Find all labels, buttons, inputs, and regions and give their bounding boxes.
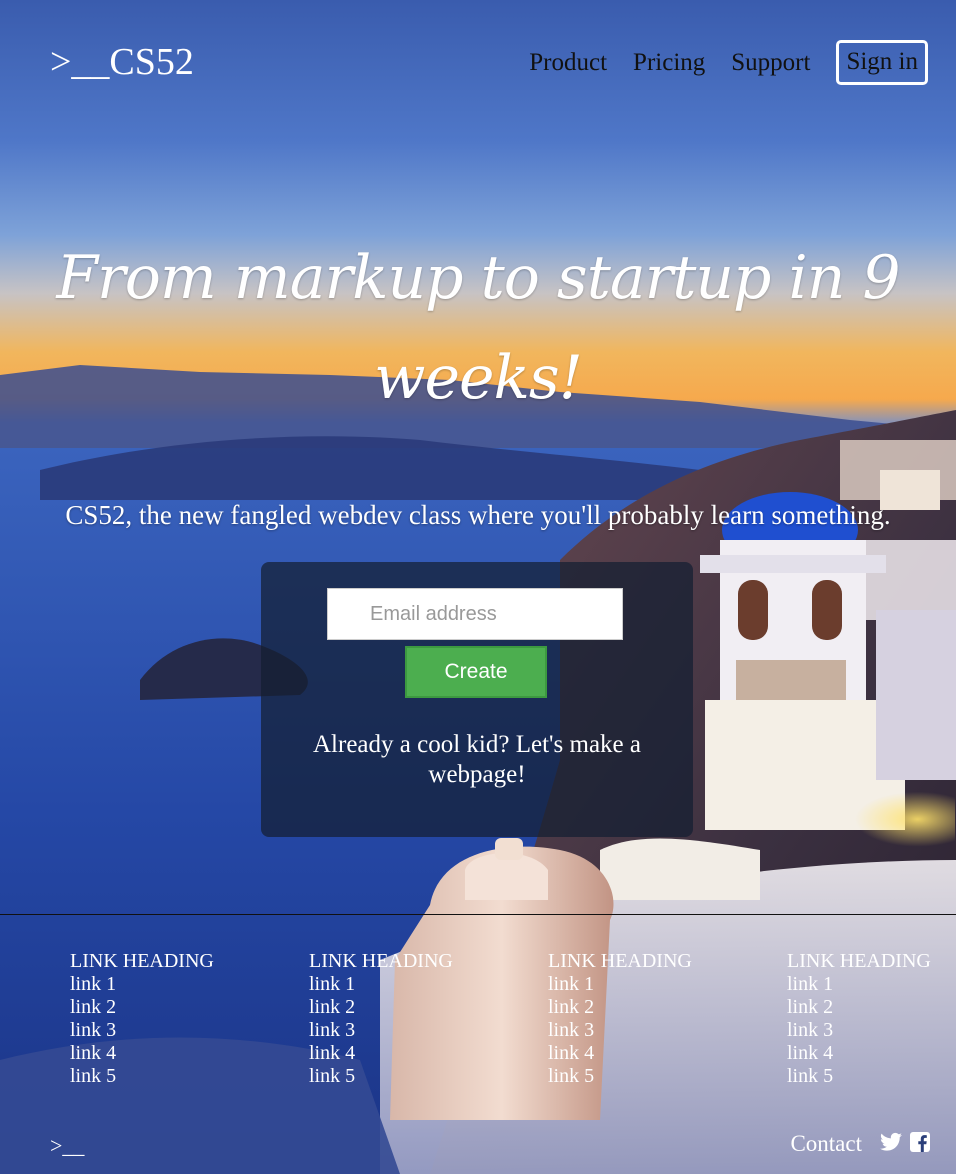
footer-column: LINK HEADING link 1 link 2 link 3 link 4… (70, 950, 309, 1088)
cool-kid-text[interactable]: Already a cool kid? Let's make a webpage… (291, 730, 663, 790)
hero-headline: From markup to startup in 9 weeks! (56, 243, 900, 413)
nav-product[interactable]: Product (529, 49, 607, 77)
footer-column: LINK HEADING link 1 link 2 link 3 link 4… (309, 950, 548, 1088)
hero-subline: CS52, the new fangled webdev class where… (65, 500, 891, 530)
footer-divider (0, 914, 956, 915)
link-heading: LINK HEADING (70, 950, 214, 972)
footer-link[interactable]: link 2 (548, 996, 787, 1019)
link-heading: LINK HEADING (787, 950, 931, 972)
footer-link[interactable]: link 3 (70, 1019, 309, 1042)
footer-link[interactable]: link 1 (70, 973, 309, 996)
footer-link[interactable]: link 2 (70, 996, 309, 1019)
footer-link[interactable]: link 3 (309, 1019, 548, 1042)
footer-logo[interactable]: >__ (50, 1133, 84, 1159)
main-nav: Product Pricing Support Sign in (503, 40, 928, 85)
facebook-icon[interactable] (910, 1131, 930, 1157)
contact-link[interactable]: Contact (790, 1131, 862, 1157)
nav-pricing[interactable]: Pricing (633, 49, 705, 77)
footer-link[interactable]: link 1 (309, 973, 548, 996)
footer-link[interactable]: link 1 (787, 973, 956, 996)
footer-contact: Contact (790, 1131, 930, 1157)
create-button[interactable]: Create (405, 646, 547, 698)
email-input[interactable] (327, 588, 623, 640)
logo[interactable]: >__CS52 (50, 40, 194, 84)
footer-link[interactable]: link 2 (309, 996, 548, 1019)
footer-link[interactable]: link 2 (787, 996, 956, 1019)
footer-column: LINK HEADING link 1 link 2 link 3 link 4… (787, 950, 956, 1088)
footer-links: LINK HEADING link 1 link 2 link 3 link 4… (70, 950, 956, 1088)
twitter-icon[interactable] (880, 1132, 902, 1157)
footer-link[interactable]: link 4 (309, 1042, 548, 1065)
footer-link[interactable]: link 5 (309, 1065, 548, 1088)
footer-link[interactable]: link 5 (70, 1065, 309, 1088)
link-heading: LINK HEADING (548, 950, 692, 972)
footer-link[interactable]: link 3 (787, 1019, 956, 1042)
link-heading: LINK HEADING (309, 950, 453, 972)
footer-link[interactable]: link 4 (548, 1042, 787, 1065)
footer-column: LINK HEADING link 1 link 2 link 3 link 4… (548, 950, 787, 1088)
footer-link[interactable]: link 5 (787, 1065, 956, 1088)
footer-link[interactable]: link 1 (548, 973, 787, 996)
sign-in-button[interactable]: Sign in (836, 40, 928, 85)
footer-link[interactable]: link 4 (787, 1042, 956, 1065)
nav-support[interactable]: Support (731, 49, 810, 77)
footer-link[interactable]: link 4 (70, 1042, 309, 1065)
footer-link[interactable]: link 3 (548, 1019, 787, 1042)
signup-panel: Create Already a cool kid? Let's make a … (261, 562, 693, 837)
footer-link[interactable]: link 5 (548, 1065, 787, 1088)
